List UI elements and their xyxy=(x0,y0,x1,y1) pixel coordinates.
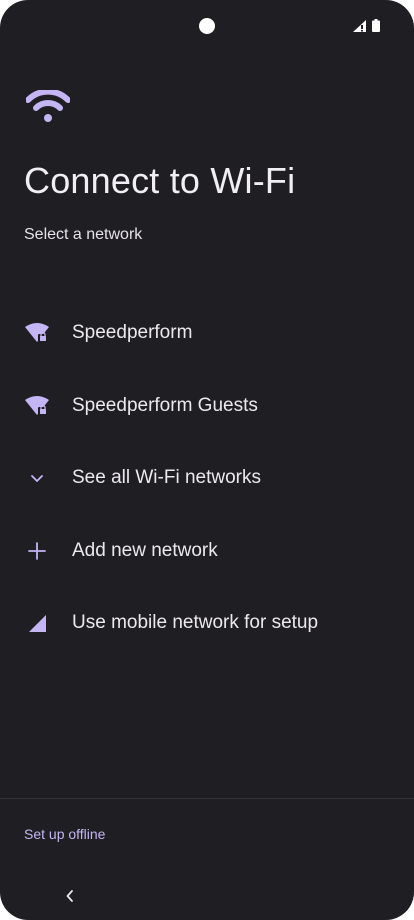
plus-icon xyxy=(24,538,50,564)
chevron-down-icon xyxy=(24,465,50,491)
wifi-lock-icon xyxy=(24,393,50,419)
setup-screen: Connect to Wi-Fi Select a network Speedp… xyxy=(0,0,414,920)
network-item-label: Speedperform Guests xyxy=(72,394,258,416)
network-options-list: Speedperform Speedperform Guests See all… xyxy=(0,297,414,660)
network-item-label: Speedperform xyxy=(72,322,193,344)
cellular-signal-icon xyxy=(353,19,366,32)
network-item-speedperform[interactable]: Speedperform xyxy=(0,297,414,370)
add-new-network-label: Add new network xyxy=(72,539,218,561)
add-new-network-button[interactable]: Add new network xyxy=(0,515,414,588)
camera-cutout xyxy=(199,18,215,34)
chevron-left-icon xyxy=(66,890,73,902)
wifi-lock-icon xyxy=(24,320,50,346)
network-item-speedperform-guests[interactable]: Speedperform Guests xyxy=(0,370,414,443)
page-title: Connect to Wi-Fi xyxy=(24,160,296,201)
footer-divider xyxy=(0,798,414,799)
status-icons xyxy=(353,19,380,32)
see-all-networks-label: See all Wi-Fi networks xyxy=(72,467,261,489)
cellular-signal-icon xyxy=(24,610,50,636)
use-mobile-network-label: Use mobile network for setup xyxy=(72,612,319,634)
see-all-networks-button[interactable]: See all Wi-Fi networks xyxy=(0,442,414,515)
wifi-icon xyxy=(25,88,71,129)
set-up-offline-button[interactable]: Set up offline xyxy=(24,826,105,842)
battery-icon xyxy=(372,19,380,32)
use-mobile-network-button[interactable]: Use mobile network for setup xyxy=(0,587,414,660)
status-bar xyxy=(0,0,414,52)
back-button[interactable] xyxy=(58,884,82,908)
page-subtitle: Select a network xyxy=(24,226,143,243)
